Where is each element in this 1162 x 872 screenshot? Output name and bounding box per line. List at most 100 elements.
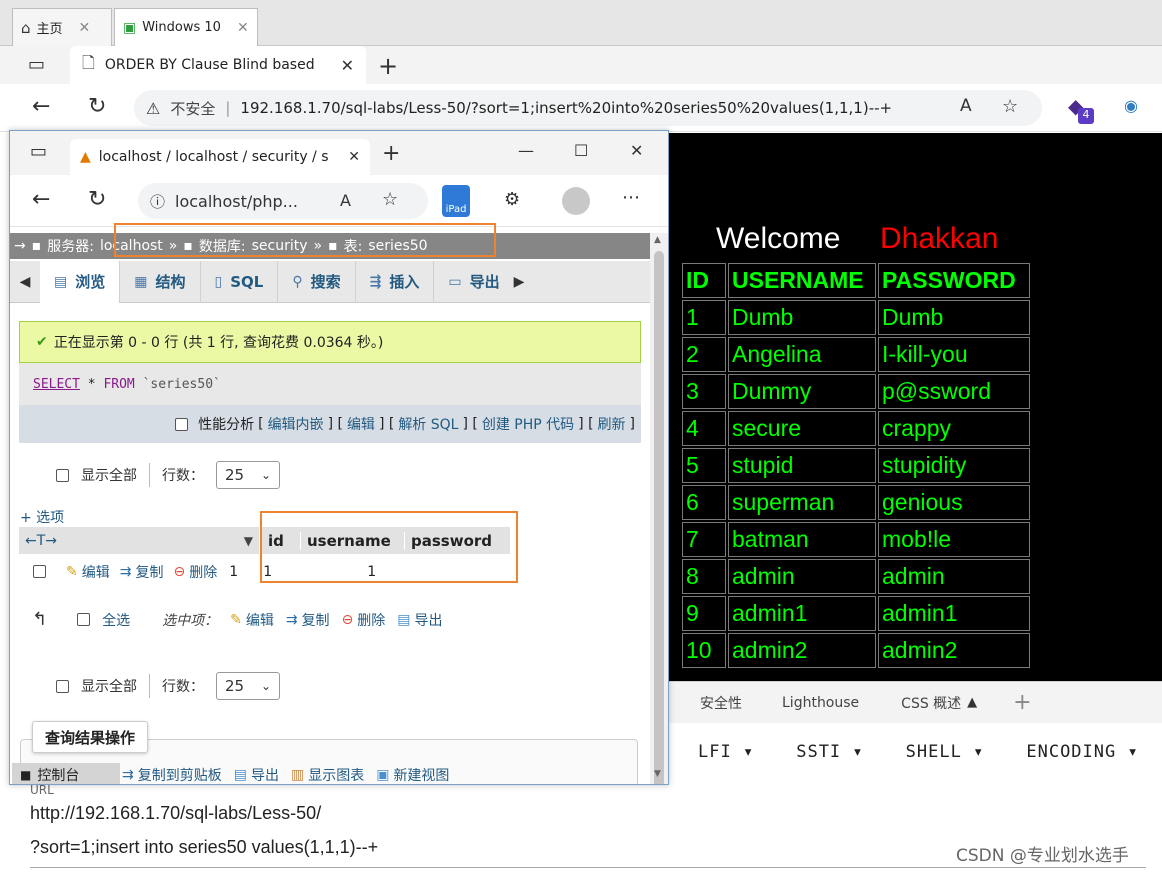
cell-id: 8 bbox=[682, 559, 726, 594]
tab-structure[interactable]: ▦ 结构 bbox=[120, 260, 201, 303]
vm-tab-label: 主页 bbox=[36, 22, 63, 37]
scroll-up-icon[interactable]: ▲ bbox=[654, 235, 661, 245]
tab-sql[interactable]: ▯ SQL bbox=[201, 260, 279, 303]
back-icon[interactable]: ← bbox=[32, 94, 50, 119]
show-chart-link[interactable]: ▥ 显示图表 bbox=[291, 765, 365, 784]
close-icon[interactable]: ✕ bbox=[237, 20, 249, 36]
tab-search[interactable]: ⚲ 搜索 bbox=[278, 260, 356, 303]
show-all-checkbox[interactable] bbox=[56, 679, 69, 693]
tab-actions-icon[interactable]: ▭ bbox=[30, 141, 47, 162]
copy-clipboard-link[interactable]: ⇉ 复制到剪贴板 bbox=[122, 765, 222, 784]
cell-password: admin bbox=[878, 559, 1030, 594]
bracket: ] [ bbox=[327, 416, 343, 432]
tab-insert[interactable]: ⇶ 插入 bbox=[356, 260, 435, 303]
table-row: 10 admin2 admin2 bbox=[682, 633, 1030, 668]
scroll-down-icon[interactable]: ▼ bbox=[654, 769, 661, 779]
close-icon[interactable]: ✕ bbox=[348, 149, 360, 165]
copy-icon: ⇉ bbox=[285, 611, 298, 628]
eye-icon[interactable]: ◉ bbox=[1124, 96, 1138, 115]
profiling-checkbox[interactable] bbox=[175, 417, 189, 431]
hackbar-ssti-label: SSTI bbox=[796, 742, 842, 762]
scrollbar[interactable]: ▲ ▼ bbox=[650, 233, 668, 784]
hackbar-shell[interactable]: SHELL ▾ bbox=[906, 742, 985, 762]
maximize-icon[interactable]: ☐ bbox=[574, 141, 588, 160]
refresh-icon[interactable]: ↻ bbox=[88, 187, 106, 212]
scrollbar-thumb[interactable] bbox=[654, 251, 664, 784]
create-php-link[interactable]: 创建 PHP 代码 bbox=[482, 414, 574, 434]
hackbar-lfi[interactable]: LFI ▾ bbox=[698, 742, 754, 762]
sort-down-icon[interactable]: ▼ bbox=[244, 534, 253, 548]
scroll-left-icon[interactable]: ◀ bbox=[10, 274, 40, 290]
favorite-add-icon[interactable]: ☆ bbox=[1002, 96, 1018, 117]
new-tab-icon[interactable]: + bbox=[382, 141, 400, 166]
cell-id: 6 bbox=[682, 485, 726, 520]
create-view-link[interactable]: ▣ 新建视图 bbox=[376, 765, 449, 784]
rows-select[interactable]: 25 ⌄ bbox=[216, 461, 280, 489]
check-all-label[interactable]: 全选 bbox=[102, 610, 130, 630]
search-icon: ⚲ bbox=[292, 273, 303, 290]
read-aloud-icon[interactable]: A bbox=[960, 96, 972, 116]
url-line-2[interactable]: ?sort=1;insert into series50 values(1,1,… bbox=[30, 837, 378, 858]
console-button[interactable]: ■ 控制台 bbox=[12, 763, 120, 784]
devtools-tabs: 安全性 Lighthouse CSS 概述 ▲ + bbox=[668, 681, 1162, 723]
devtools-tab-lighthouse[interactable]: Lighthouse bbox=[782, 695, 859, 711]
column-toggle-icon[interactable]: ←T→ bbox=[25, 533, 57, 549]
scroll-right-icon[interactable]: ▶ bbox=[514, 274, 525, 290]
more-icon[interactable]: ⋯ bbox=[622, 187, 640, 208]
add-tab-icon[interactable]: + bbox=[1013, 690, 1031, 715]
back-icon[interactable]: ← bbox=[32, 187, 50, 212]
url-line-1[interactable]: http://192.168.1.70/sql-labs/Less-50/ bbox=[30, 803, 321, 824]
tab-structure-label: 结构 bbox=[155, 273, 186, 291]
refresh-link[interactable]: 刷新 bbox=[598, 414, 626, 434]
devtools-tab-security[interactable]: 安全性 bbox=[700, 693, 742, 713]
extensions-icon[interactable]: ⚙ bbox=[504, 189, 520, 210]
hackbar-encoding[interactable]: ENCODING ▾ bbox=[1026, 742, 1138, 762]
bulk-export[interactable]: ▤ 导出 bbox=[397, 610, 442, 630]
devtools-tab-css-overview[interactable]: CSS 概述 bbox=[901, 693, 961, 713]
tab-sql-label: SQL bbox=[230, 272, 264, 291]
vm-tab-windows10[interactable]: ▣ Windows 10 ✕ bbox=[114, 8, 258, 46]
sql-keyword[interactable]: SELECT bbox=[33, 377, 80, 392]
caret-down-icon: ▾ bbox=[742, 742, 755, 762]
check-all-checkbox[interactable] bbox=[77, 613, 91, 626]
row-edit[interactable]: ✎ 编辑 bbox=[66, 562, 110, 582]
cell-id: 7 bbox=[682, 522, 726, 557]
avatar[interactable] bbox=[562, 187, 590, 215]
bulk-copy[interactable]: ⇉ 复制 bbox=[286, 610, 330, 630]
cell-password: I-kill-you bbox=[878, 337, 1030, 372]
cell-username: Dumb bbox=[728, 300, 876, 335]
options-link[interactable]: + 选项 bbox=[20, 507, 64, 527]
pma-browser-tab[interactable]: ▲ localhost / localhost / security / s ✕ bbox=[70, 139, 370, 175]
welcome-text: Welcome bbox=[716, 222, 841, 255]
row-checkbox[interactable] bbox=[33, 565, 46, 578]
refresh-icon[interactable]: ↻ bbox=[88, 94, 106, 119]
tab-browse[interactable]: ▤ 浏览 bbox=[40, 260, 121, 303]
minimize-icon[interactable]: — bbox=[518, 141, 534, 160]
explain-sql-link[interactable]: 解析 SQL bbox=[398, 414, 458, 434]
tab-export[interactable]: ▭ 导出 bbox=[434, 261, 513, 303]
row-delete[interactable]: ⊖ 删除 bbox=[173, 562, 217, 582]
ipad-emulation-icon[interactable]: iPad bbox=[442, 185, 470, 217]
browser-tab[interactable]: 🗋 ORDER BY Clause Blind based ✕ bbox=[70, 46, 366, 84]
edit-inline-link[interactable]: 编辑内嵌 bbox=[268, 414, 324, 434]
edit-link[interactable]: 编辑 bbox=[347, 414, 375, 434]
address-bar[interactable]: ⚠ 不安全 | 192.168.1.70/sql-labs/Less-50/?s… bbox=[134, 90, 1042, 126]
rows-select[interactable]: 25 ⌄ bbox=[216, 672, 280, 700]
close-icon[interactable]: ✕ bbox=[79, 20, 91, 36]
read-aloud-icon[interactable]: A bbox=[340, 191, 351, 210]
bulk-delete-label: 删除 bbox=[357, 612, 386, 629]
export-link[interactable]: ▤ 导出 bbox=[234, 765, 279, 784]
vm-tab-home[interactable]: ⌂ 主页 ✕ bbox=[12, 8, 112, 46]
arrow-right-icon[interactable]: → bbox=[14, 238, 26, 254]
tab-actions-icon[interactable]: ▭ bbox=[28, 54, 45, 75]
favorite-add-icon[interactable]: ☆ bbox=[382, 189, 398, 210]
hackbar-ssti[interactable]: SSTI ▾ bbox=[796, 742, 863, 762]
new-tab-icon[interactable]: + bbox=[378, 52, 398, 80]
bulk-delete[interactable]: ⊖ 删除 bbox=[342, 610, 386, 630]
bulk-edit[interactable]: ✎ 编辑 bbox=[230, 610, 274, 630]
show-chart-label: 显示图表 bbox=[308, 768, 365, 784]
show-all-checkbox[interactable] bbox=[56, 468, 69, 482]
row-copy[interactable]: ⇉ 复制 bbox=[120, 562, 164, 582]
close-window-icon[interactable]: ✕ bbox=[630, 141, 643, 160]
close-icon[interactable]: ✕ bbox=[341, 56, 354, 75]
